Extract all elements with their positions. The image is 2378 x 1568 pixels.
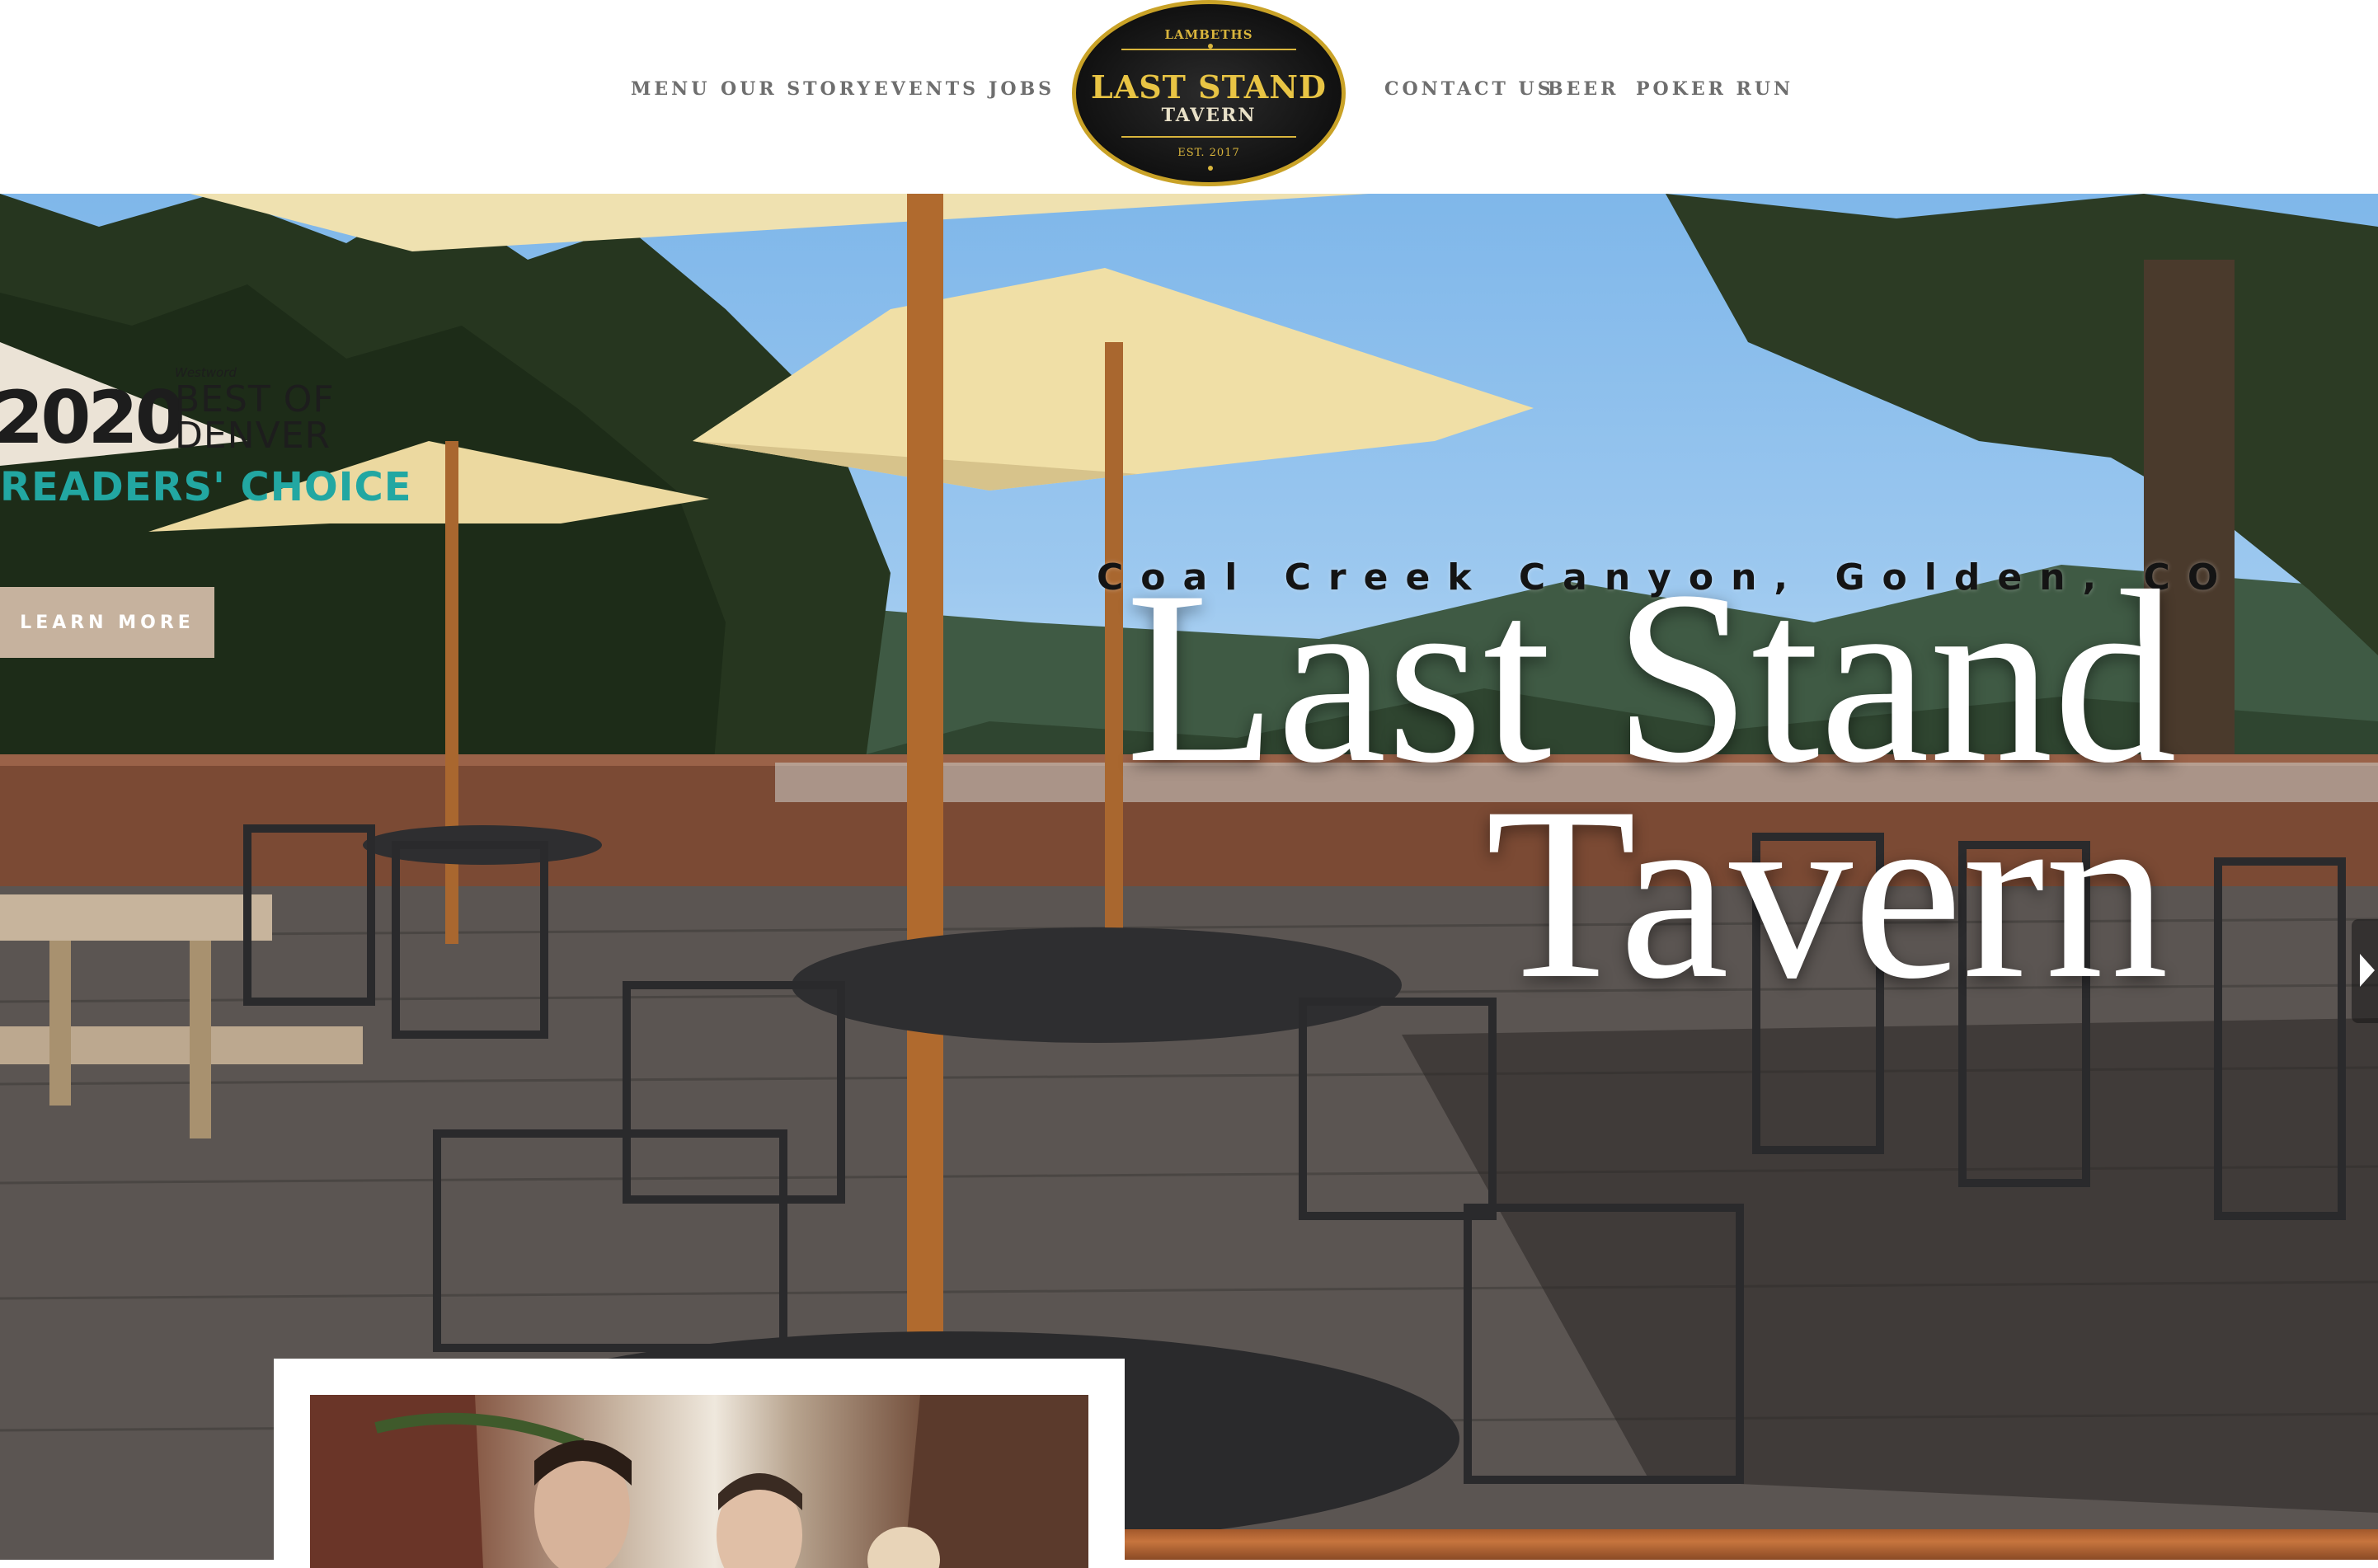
logo-dot: [1208, 166, 1213, 171]
hero-title: Last Stand Tavern: [923, 540, 2177, 1030]
nav-our-story[interactable]: OUR STORY: [721, 78, 873, 100]
nav-poker-run[interactable]: POKER RUN: [1636, 78, 1793, 100]
nav-jobs[interactable]: JOBS: [989, 78, 1055, 100]
logo-sub-text: TAVERN: [1161, 105, 1257, 126]
nav-events[interactable]: EVENTS: [874, 78, 979, 100]
logo-divider: [1121, 136, 1296, 138]
logo-dot: [1208, 44, 1213, 49]
badge-readers-choice: READERS' CHOICE: [0, 464, 412, 510]
best-of-denver-badge: 2020 Westword BEST OF DENVER READERS' CH…: [0, 359, 411, 523]
nav-contact-us[interactable]: CONTACT US: [1384, 78, 1554, 100]
logo-divider: [1121, 49, 1296, 50]
owners-photo-image: [310, 1395, 1088, 1568]
badge-year: 2020: [0, 375, 186, 460]
wood-section-divider: [1125, 1529, 2378, 1560]
badge-best-line2: DENVER: [175, 415, 331, 457]
logo-top-text: LAMBETHS: [1164, 27, 1253, 42]
hero-title-line1: Last Stand: [1126, 540, 2177, 814]
slider-next-arrow[interactable]: [2352, 919, 2378, 1023]
owners-photo-card: [274, 1359, 1125, 1568]
site-header: MENU OUR STORY EVENTS JOBS LAMBETHS LAST…: [0, 0, 2378, 194]
owners-photo: [310, 1395, 1088, 1568]
logo-main-text: LAST STAND: [1091, 68, 1327, 106]
nav-beer[interactable]: BEER: [1548, 78, 1619, 100]
hero-section: 2020 Westword BEST OF DENVER READERS' CH…: [0, 194, 2378, 1560]
logo-est-text: EST. 2017: [1177, 147, 1240, 159]
site-logo[interactable]: LAMBETHS LAST STAND TAVERN EST. 2017: [1072, 0, 1346, 186]
chevron-right-icon: [2360, 954, 2375, 987]
nav-menu[interactable]: MENU: [631, 78, 710, 100]
badge-best-of: BEST OF DENVER: [175, 382, 335, 454]
hero-title-line2: Tavern: [1485, 756, 2169, 1030]
learn-more-button[interactable]: LEARN MORE: [0, 587, 214, 658]
